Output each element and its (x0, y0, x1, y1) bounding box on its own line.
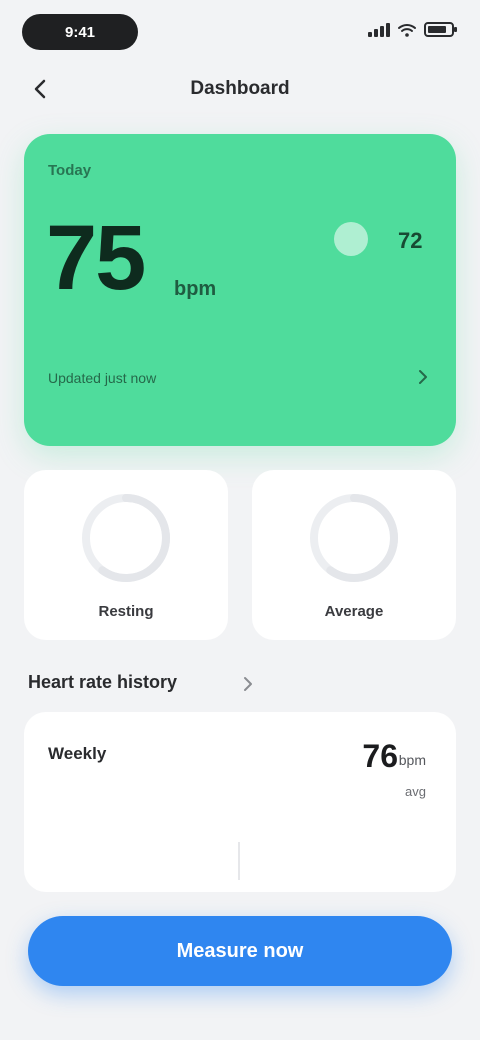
bottom-nav (0, 1004, 480, 1040)
stat-tile-resting[interactable]: Resting (24, 470, 228, 640)
bottom-nav-item[interactable] (320, 1004, 400, 1040)
app-screen: 9:41 Dashboard Today 75 bpm 72 Updated j… (0, 0, 480, 1040)
stat-tile-average[interactable]: Average (252, 470, 456, 640)
detail-label: Weekly (48, 744, 107, 763)
hero-indicator-icon (334, 222, 368, 256)
detail-value: 76 (362, 738, 398, 774)
progress-ring-icon (310, 494, 398, 582)
detail-sub: avg (405, 784, 426, 799)
divider (238, 842, 240, 880)
chevron-right-icon[interactable] (238, 674, 258, 694)
status-icons (368, 22, 457, 37)
progress-ring-icon (82, 494, 170, 582)
nav-bar: Dashboard (0, 64, 480, 114)
hero-value: 75 (46, 207, 146, 309)
detail-card[interactable]: Weekly 76 bpm avg (24, 712, 456, 892)
stat-tile-label: Average (324, 603, 384, 620)
chevron-right-icon (419, 370, 427, 384)
battery-icon (424, 22, 457, 37)
stat-tiles: Resting Average (24, 470, 456, 640)
signal-icon (368, 22, 390, 37)
hero-unit: bpm (174, 278, 217, 300)
stat-tile-label: Resting (98, 603, 154, 620)
hero-footer: Updated just now (48, 370, 157, 386)
detail-unit: bpm (398, 752, 426, 768)
status-time: 9:41 (22, 14, 138, 50)
hero-label: Today (48, 162, 92, 179)
section-title: Heart rate history (28, 672, 178, 692)
hero-side-value: 72 (398, 228, 423, 253)
page-title: Dashboard (190, 78, 290, 99)
hero-card[interactable]: Today 75 bpm 72 Updated just now (24, 134, 456, 446)
bottom-nav-item[interactable] (80, 1004, 160, 1040)
status-bar: 9:41 (0, 0, 480, 64)
wifi-icon (398, 23, 416, 37)
primary-action-button[interactable]: Measure now (28, 916, 452, 986)
